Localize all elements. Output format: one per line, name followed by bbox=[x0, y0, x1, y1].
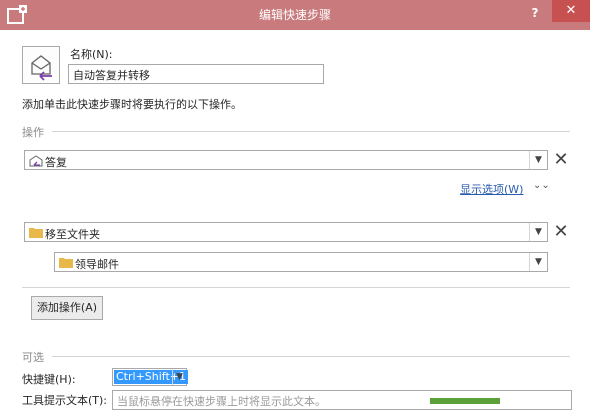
action1-value: 答复 bbox=[45, 156, 67, 169]
actions-divider bbox=[52, 131, 570, 132]
action2-value: 移至文件夹 bbox=[45, 228, 100, 241]
action1-select[interactable]: 答复 ▼ bbox=[24, 150, 548, 170]
actions-section-label: 操作 bbox=[22, 126, 44, 139]
instruction-text: 添加单击此快速步骤时将要执行的以下操作。 bbox=[22, 98, 242, 111]
name-label: 名称(N): bbox=[70, 48, 113, 61]
shortcut-dropdown-icon[interactable]: ▼ bbox=[172, 369, 186, 385]
reply-envelope-icon bbox=[29, 155, 43, 167]
optional-section-label: 可选 bbox=[22, 351, 44, 364]
name-input[interactable]: 自动答复并转移 bbox=[68, 64, 324, 84]
window-title: 编辑快速步骤 bbox=[258, 8, 331, 22]
show-options-link[interactable]: 显示选项(W) bbox=[460, 181, 523, 197]
folder-dropdown-icon[interactable]: ▼ bbox=[529, 253, 547, 271]
help-button[interactable]: ? bbox=[523, 3, 547, 23]
chevron-double-down-icon[interactable]: ⌄⌄ bbox=[533, 180, 550, 191]
folder-select[interactable]: 领导邮件 ▼ bbox=[54, 252, 548, 272]
tooltip-label: 工具提示文本(T): bbox=[22, 394, 108, 407]
optional-divider bbox=[52, 356, 570, 357]
add-action-button[interactable]: 添加操作(A) bbox=[31, 296, 103, 320]
close-button[interactable]: ✕ bbox=[552, 0, 590, 22]
action1-remove-icon[interactable]: ✕ bbox=[553, 151, 569, 169]
shortcut-label: 快捷键(H): bbox=[22, 373, 76, 386]
action2-dropdown-icon[interactable]: ▼ bbox=[529, 223, 547, 241]
add-action-divider bbox=[22, 287, 570, 288]
tooltip-input[interactable]: 当鼠标悬停在快速步骤上时将显示此文本。 bbox=[112, 390, 572, 410]
folder-icon bbox=[59, 258, 73, 268]
folder-value: 领导邮件 bbox=[75, 258, 119, 271]
action1-dropdown-icon[interactable]: ▼ bbox=[529, 151, 547, 169]
action2-remove-icon[interactable]: ✕ bbox=[553, 223, 569, 241]
partial-button-edge bbox=[430, 398, 500, 404]
action2-select[interactable]: 移至文件夹 ▼ bbox=[24, 222, 548, 242]
quick-step-icon-button[interactable] bbox=[22, 46, 60, 84]
folder-icon bbox=[29, 228, 43, 238]
envelope-reply-icon bbox=[31, 55, 52, 81]
shortcut-select[interactable]: Ctrl+Shift+1 ▼ bbox=[112, 368, 189, 386]
